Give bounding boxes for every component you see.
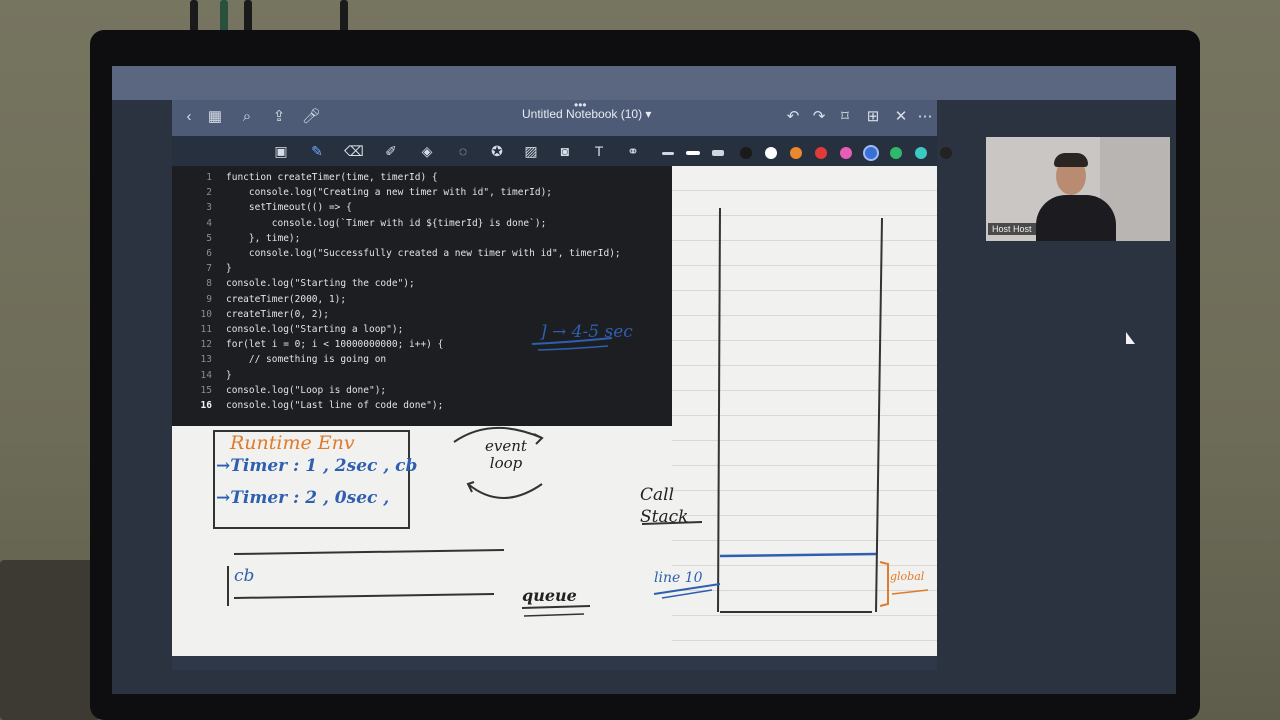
- stack-item-line10: line 10: [654, 570, 703, 586]
- stack-left-wall: [717, 207, 721, 613]
- undo-icon[interactable]: ↶: [784, 108, 802, 126]
- queue-cb-item: cb: [234, 566, 255, 586]
- redo-icon[interactable]: ↷: [810, 108, 828, 126]
- color-swatch[interactable]: [890, 147, 902, 159]
- person-hair: [1054, 153, 1088, 167]
- app-bottom-bar: [172, 656, 937, 670]
- notebook-title[interactable]: Untitled Notebook (10) ▾: [522, 107, 651, 121]
- shapes-icon[interactable]: ◈: [418, 142, 436, 160]
- eraser-icon[interactable]: ⌫: [344, 142, 364, 160]
- notebook-title-text: Untitled Notebook (10): [522, 107, 643, 121]
- color-swatch[interactable]: [915, 147, 927, 159]
- queue-bottom-line: [233, 593, 495, 599]
- notebook-page: 1 function createTimer(time, timerId) {2 …: [172, 166, 937, 656]
- event-loop-label: event loop: [485, 437, 527, 472]
- search-icon[interactable]: ⌕: [238, 108, 256, 126]
- link-icon[interactable]: ⚭: [624, 142, 642, 160]
- stroke-thick[interactable]: [712, 150, 724, 156]
- event-loop-arrow: [467, 483, 543, 499]
- image-icon[interactable]: ▣: [272, 142, 290, 160]
- queue-label: queue: [522, 586, 577, 605]
- close-icon[interactable]: ✕: [892, 108, 910, 126]
- photo-icon[interactable]: ▨: [522, 142, 540, 160]
- screen: ‹ ▦ ⌕ ⇪ 🎤︎ ••• Untitled Notebook (10) ▾ …: [112, 66, 1176, 694]
- annotation-underline: [537, 345, 609, 351]
- color-swatch[interactable]: [865, 147, 877, 159]
- desk-object: [0, 560, 100, 720]
- share-icon[interactable]: ⇪: [270, 108, 288, 126]
- call-stack-label: Call Stack: [640, 485, 689, 527]
- stroke-medium[interactable]: [686, 151, 700, 155]
- bookmark-icon[interactable]: ⌑: [836, 108, 854, 126]
- text-icon[interactable]: T: [590, 142, 608, 160]
- stack-right-wall: [875, 217, 883, 613]
- queue-underline: [521, 605, 591, 609]
- queue-top-line: [233, 549, 505, 555]
- global-underline: [891, 589, 929, 595]
- stroke-thin[interactable]: [662, 152, 674, 155]
- lasso-icon[interactable]: ◌: [454, 142, 472, 160]
- handwriting-layer: [213, 207, 929, 617]
- global-bracket: [879, 561, 889, 607]
- pen-icon[interactable]: ✎: [308, 142, 326, 160]
- color-swatch[interactable]: [765, 147, 777, 159]
- more-icon[interactable]: ⋯: [916, 108, 934, 126]
- webcam-tile[interactable]: Host Host: [986, 137, 1170, 241]
- color-swatch[interactable]: [940, 147, 952, 159]
- back-icon[interactable]: ‹: [180, 108, 198, 126]
- timer-2-entry: →Timer : 2 , 0sec ,: [216, 488, 390, 508]
- runtime-env-title: Runtime Env: [230, 432, 355, 454]
- chevron-down-icon: ▾: [645, 107, 652, 121]
- mic-icon[interactable]: 🎤︎: [302, 108, 321, 126]
- timer-1-entry: →Timer : 1 , 2sec , cb: [216, 456, 418, 476]
- mouse-cursor-icon: [1126, 332, 1135, 344]
- add-page-icon[interactable]: ⊞: [864, 108, 882, 126]
- participant-name: Host Host: [988, 223, 1036, 235]
- camera-icon[interactable]: ◙: [556, 142, 574, 160]
- color-swatch[interactable]: [740, 147, 752, 159]
- grid-icon[interactable]: ▦: [206, 108, 224, 126]
- loop-duration-note: ] → 4-5 sec: [540, 322, 633, 342]
- os-top-bar: [112, 66, 1176, 100]
- app-title-bar: ‹ ▦ ⌕ ⇪ 🎤︎ ••• Untitled Notebook (10) ▾ …: [172, 98, 937, 136]
- highlighter-icon[interactable]: ✐: [382, 142, 400, 160]
- color-swatch[interactable]: [840, 147, 852, 159]
- star-icon[interactable]: ✪: [488, 142, 506, 160]
- notebook-app-window: ‹ ▦ ⌕ ⇪ 🎤︎ ••• Untitled Notebook (10) ▾ …: [172, 98, 952, 670]
- stack-frame-line: [719, 552, 877, 558]
- drawing-toolbar: ▣ ✎ ⌫ ✐ ◈ ◌ ✪ ▨ ◙ T ⚭: [172, 136, 952, 166]
- color-swatch[interactable]: [815, 147, 827, 159]
- global-label: global: [890, 570, 925, 583]
- person-body: [1036, 195, 1116, 241]
- color-swatch[interactable]: [790, 147, 802, 159]
- queue-underline: [523, 613, 585, 617]
